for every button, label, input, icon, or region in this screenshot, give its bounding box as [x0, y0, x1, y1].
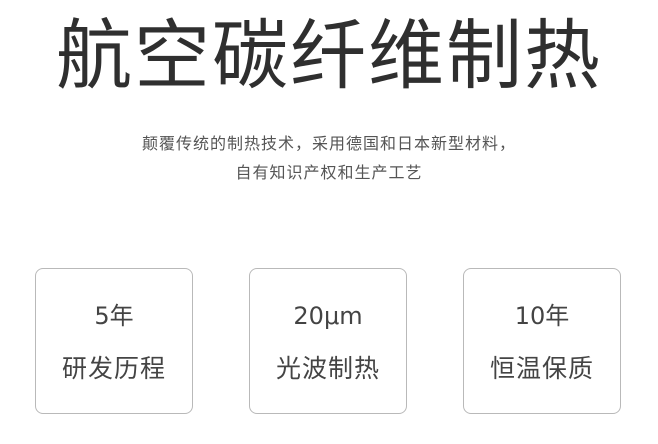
feature-card-warranty: 10年 恒温保质: [463, 268, 621, 414]
feature-label: 恒温保质: [489, 354, 594, 383]
feature-value: 20μm: [293, 302, 363, 330]
description-line-1: 颠覆传统的制热技术，采用德国和日本新型材料，: [141, 134, 516, 153]
description-line-2: 自有知识产权和生产工艺: [235, 163, 423, 182]
feature-value: 10年: [514, 302, 570, 330]
feature-card-wave-heating: 20μm 光波制热: [249, 268, 407, 414]
headline: 航空碳纤维制热: [56, 11, 602, 100]
feature-value: 5年: [94, 302, 134, 330]
feature-label: 光波制热: [275, 354, 380, 383]
feature-card-research: 5年 研发历程: [35, 268, 193, 414]
feature-label: 研发历程: [61, 354, 166, 383]
